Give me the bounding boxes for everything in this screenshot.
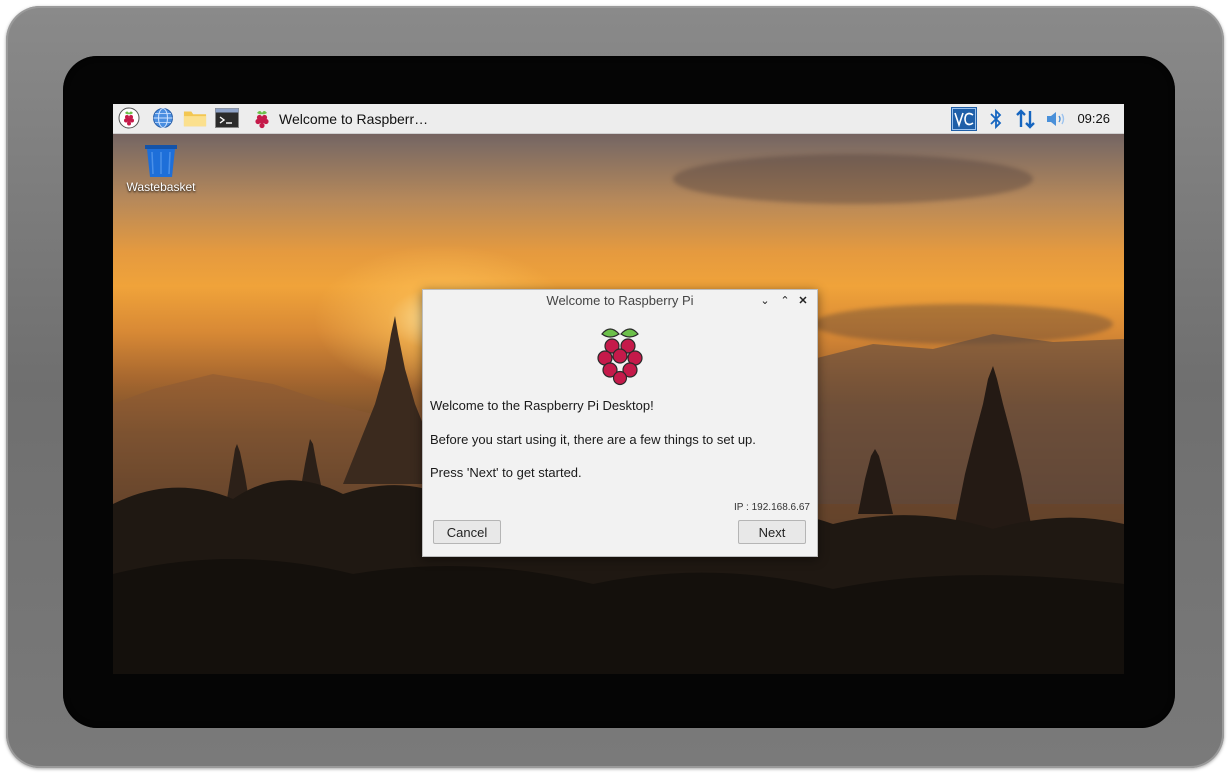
ip-address: IP : 192.168.6.67: [734, 502, 810, 513]
raspberry-menu-icon[interactable]: [117, 107, 141, 129]
desktop-icon-wastebasket[interactable]: Wastebasket: [121, 144, 201, 194]
taskbar: Welcome to Raspberr… 09:26: [113, 104, 1124, 134]
folder-icon[interactable]: [183, 107, 207, 129]
vnc-icon[interactable]: [951, 106, 978, 131]
clock[interactable]: 09:26: [1077, 111, 1110, 126]
next-button[interactable]: Next: [738, 520, 806, 544]
desktop-icon-label: Wastebasket: [126, 180, 196, 194]
welcome-dialog: Welcome to Raspberry Pi ⌄ ⌃ ✕ Welcome to…: [422, 289, 818, 557]
taskbar-window-button[interactable]: Welcome to Raspberr…: [251, 106, 428, 131]
globe-icon[interactable]: [151, 107, 175, 129]
dialog-next-hint: Press 'Next' to get started.: [430, 465, 582, 480]
wastebasket-icon: [145, 145, 177, 177]
close-icon[interactable]: ✕: [795, 290, 811, 312]
cancel-button[interactable]: Cancel: [433, 520, 501, 544]
desktop-screen: Welcome to Raspberr… 09:26 Wastebasket W…: [113, 104, 1124, 674]
terminal-icon[interactable]: [215, 107, 239, 129]
chevron-up-icon[interactable]: ⌃: [777, 290, 793, 312]
system-tray: 09:26: [951, 104, 1124, 133]
dialog-setup-text: Before you start using it, there are a f…: [430, 432, 756, 447]
raspberry-icon: [255, 110, 269, 128]
network-icon[interactable]: [1015, 107, 1037, 131]
chevron-down-icon[interactable]: ⌄: [757, 290, 773, 312]
volume-icon[interactable]: [1045, 107, 1067, 131]
raspberry-pi-logo: [597, 328, 643, 386]
bluetooth-icon[interactable]: [987, 107, 1005, 131]
dialog-welcome-text: Welcome to the Raspberry Pi Desktop!: [430, 398, 654, 413]
taskbar-window-label: Welcome to Raspberr…: [279, 110, 429, 127]
